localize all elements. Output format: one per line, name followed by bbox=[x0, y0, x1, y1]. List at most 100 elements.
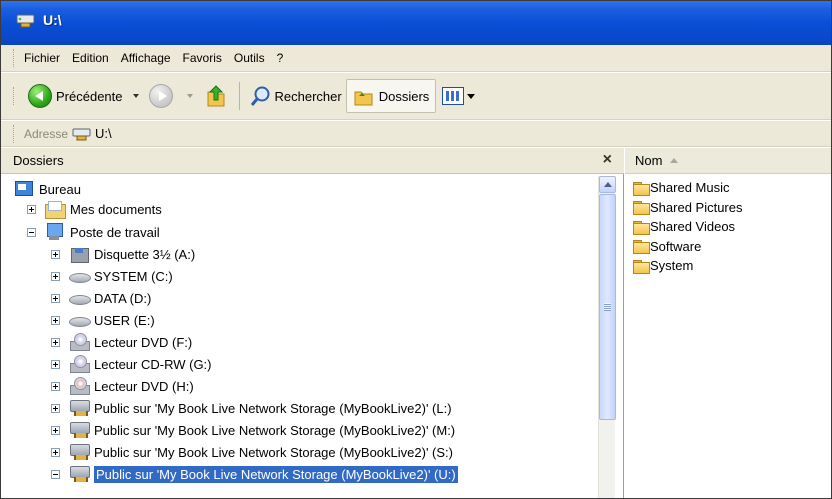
tree-item-label: Mes documents bbox=[70, 201, 162, 217]
collapse-icon[interactable] bbox=[27, 227, 36, 237]
expand-icon[interactable] bbox=[51, 425, 60, 435]
address-field[interactable]: U:\ bbox=[72, 123, 831, 145]
back-button[interactable]: Précédente bbox=[24, 80, 127, 112]
file-item-label: Shared Pictures bbox=[650, 199, 743, 215]
tree-item-label: Public sur 'My Book Live Network Storage… bbox=[94, 444, 453, 460]
expand-icon[interactable] bbox=[51, 293, 60, 303]
forward-arrow-icon bbox=[148, 84, 173, 108]
file-list: Shared Music Shared Pictures Shared Vide… bbox=[633, 178, 743, 276]
network-drive-icon bbox=[68, 465, 90, 483]
tree-item-drive-h[interactable]: Lecteur DVD (H:) bbox=[51, 375, 194, 397]
network-drive-icon bbox=[68, 421, 90, 439]
files-pane: Nom Shared Music Shared Pictures Shared … bbox=[625, 148, 831, 498]
close-icon[interactable]: × bbox=[603, 151, 612, 169]
back-dropdown-icon[interactable] bbox=[132, 94, 139, 98]
address-grip[interactable] bbox=[13, 124, 16, 143]
toolbar-separator bbox=[238, 82, 240, 110]
network-drive-icon bbox=[68, 399, 90, 417]
collapse-icon[interactable] bbox=[51, 469, 60, 479]
file-item-shared-pictures[interactable]: Shared Pictures bbox=[633, 198, 743, 218]
tree-item-label: Bureau bbox=[39, 181, 81, 197]
tree-item-drive-d[interactable]: DATA (D:) bbox=[51, 287, 151, 309]
tree-item-bureau[interactable]: Bureau bbox=[13, 178, 81, 200]
tree-item-drive-c[interactable]: SYSTEM (C:) bbox=[51, 265, 173, 287]
folder-icon bbox=[633, 259, 650, 274]
tree-item-label: Lecteur DVD (F:) bbox=[94, 334, 193, 350]
folders-pane: Dossiers × Bureau Mes documents Poste de… bbox=[1, 148, 624, 498]
menu-edition[interactable]: Edition bbox=[72, 51, 109, 65]
folder-tree: Bureau Mes documents Poste de travail Di… bbox=[1, 176, 598, 498]
back-arrow-icon bbox=[28, 84, 52, 108]
tree-item-label: Lecteur DVD (H:) bbox=[94, 378, 194, 394]
tree-item-drive-e[interactable]: USER (E:) bbox=[51, 309, 155, 331]
file-item-shared-music[interactable]: Shared Music bbox=[633, 178, 743, 198]
folder-icon bbox=[633, 181, 650, 196]
tree-item-poste-de-travail[interactable]: Poste de travail bbox=[27, 221, 160, 243]
column-header-name[interactable]: Nom bbox=[625, 148, 831, 174]
tree-item-label: Lecteur CD-RW (G:) bbox=[94, 356, 212, 372]
menu-bar: Fichier Edition Affichage Favoris Outils… bbox=[1, 45, 831, 72]
search-label: Rechercher bbox=[274, 88, 342, 104]
menu-affichage[interactable]: Affichage bbox=[121, 51, 171, 65]
expand-icon[interactable] bbox=[51, 271, 60, 281]
views-button[interactable] bbox=[442, 87, 476, 105]
my-computer-icon bbox=[44, 223, 66, 241]
menu-grip[interactable] bbox=[13, 49, 16, 67]
tree-item-drive-g[interactable]: Lecteur CD-RW (G:) bbox=[51, 353, 212, 375]
tree-item-drive-a[interactable]: Disquette 3½ (A:) bbox=[51, 243, 195, 265]
desktop-icon bbox=[13, 180, 35, 198]
folders-label: Dossiers bbox=[378, 88, 430, 104]
expand-icon[interactable] bbox=[51, 381, 60, 391]
file-item-label: Software bbox=[650, 238, 702, 254]
expand-icon[interactable] bbox=[51, 249, 60, 259]
folder-icon bbox=[633, 220, 650, 235]
expand-icon[interactable] bbox=[51, 403, 60, 413]
file-item-shared-videos[interactable]: Shared Videos bbox=[633, 217, 743, 237]
tree-item-label: DATA (D:) bbox=[94, 290, 152, 306]
views-icon bbox=[442, 87, 465, 105]
tree-item-mes-documents[interactable]: Mes documents bbox=[27, 198, 162, 220]
address-label: Adresse bbox=[24, 126, 69, 141]
menu-fichier[interactable]: Fichier bbox=[24, 51, 60, 65]
tree-item-drive-m[interactable]: Public sur 'My Book Live Network Storage… bbox=[51, 419, 455, 441]
tree-item-drive-u[interactable]: Public sur 'My Book Live Network Storage… bbox=[51, 463, 458, 485]
dvd-drive-icon bbox=[68, 377, 90, 395]
tree-item-drive-l[interactable]: Public sur 'My Book Live Network Storage… bbox=[51, 397, 452, 419]
folder-tree-scrollbar[interactable] bbox=[598, 176, 616, 498]
forward-dropdown-icon[interactable] bbox=[186, 94, 193, 98]
file-item-system[interactable]: System bbox=[633, 256, 743, 276]
network-drive-icon bbox=[72, 128, 91, 140]
scroll-up-icon[interactable] bbox=[599, 176, 616, 193]
file-item-label: System bbox=[650, 258, 694, 274]
hard-drive-icon bbox=[68, 289, 91, 307]
expand-icon[interactable] bbox=[51, 315, 60, 325]
explorer-window: U:\ Fichier Edition Affichage Favoris Ou… bbox=[0, 0, 832, 499]
tree-item-label: Disquette 3½ (A:) bbox=[94, 246, 196, 262]
my-documents-icon bbox=[44, 200, 66, 219]
folder-icon bbox=[633, 240, 650, 255]
tree-item-label: Public sur 'My Book Live Network Storage… bbox=[94, 422, 456, 438]
menu-favoris[interactable]: Favoris bbox=[183, 51, 222, 65]
expand-icon[interactable] bbox=[51, 359, 60, 369]
expand-icon[interactable] bbox=[51, 447, 60, 457]
folder-up-icon[interactable] bbox=[205, 84, 227, 108]
window-title: U:\ bbox=[43, 12, 62, 28]
menu-outils[interactable]: Outils bbox=[234, 51, 265, 65]
title-bar[interactable]: U:\ bbox=[1, 1, 831, 45]
folders-pane-title: Dossiers bbox=[13, 153, 64, 168]
scroll-thumb[interactable] bbox=[599, 194, 616, 420]
floppy-drive-icon bbox=[68, 245, 90, 263]
expand-icon[interactable] bbox=[51, 337, 60, 347]
toolbar-grip[interactable] bbox=[13, 87, 16, 105]
tree-item-drive-f[interactable]: Lecteur DVD (F:) bbox=[51, 331, 192, 353]
search-button[interactable]: Rechercher bbox=[246, 80, 346, 112]
forward-button[interactable] bbox=[145, 80, 181, 112]
folders-button[interactable]: Dossiers bbox=[345, 79, 437, 113]
cd-rw-drive-icon bbox=[68, 355, 90, 373]
tree-item-drive-s[interactable]: Public sur 'My Book Live Network Storage… bbox=[51, 441, 453, 463]
expand-icon[interactable] bbox=[27, 204, 36, 214]
menu-help[interactable]: ? bbox=[277, 51, 284, 65]
hard-drive-icon bbox=[68, 267, 91, 285]
file-item-software[interactable]: Software bbox=[633, 237, 743, 257]
hard-drive-icon bbox=[68, 311, 91, 329]
